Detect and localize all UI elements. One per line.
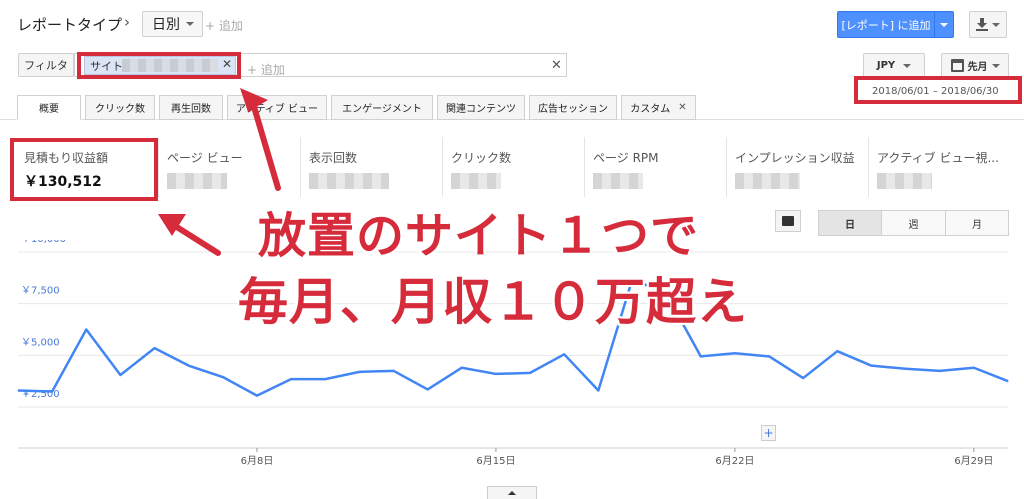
arrow-to-filter — [249, 97, 281, 191]
overlay-caption-line1: 放置のサイト１つで — [258, 208, 700, 264]
overlay-caption-line2: 毎月、月収１０万超え — [238, 273, 748, 331]
arrow-to-earnings — [169, 221, 221, 256]
